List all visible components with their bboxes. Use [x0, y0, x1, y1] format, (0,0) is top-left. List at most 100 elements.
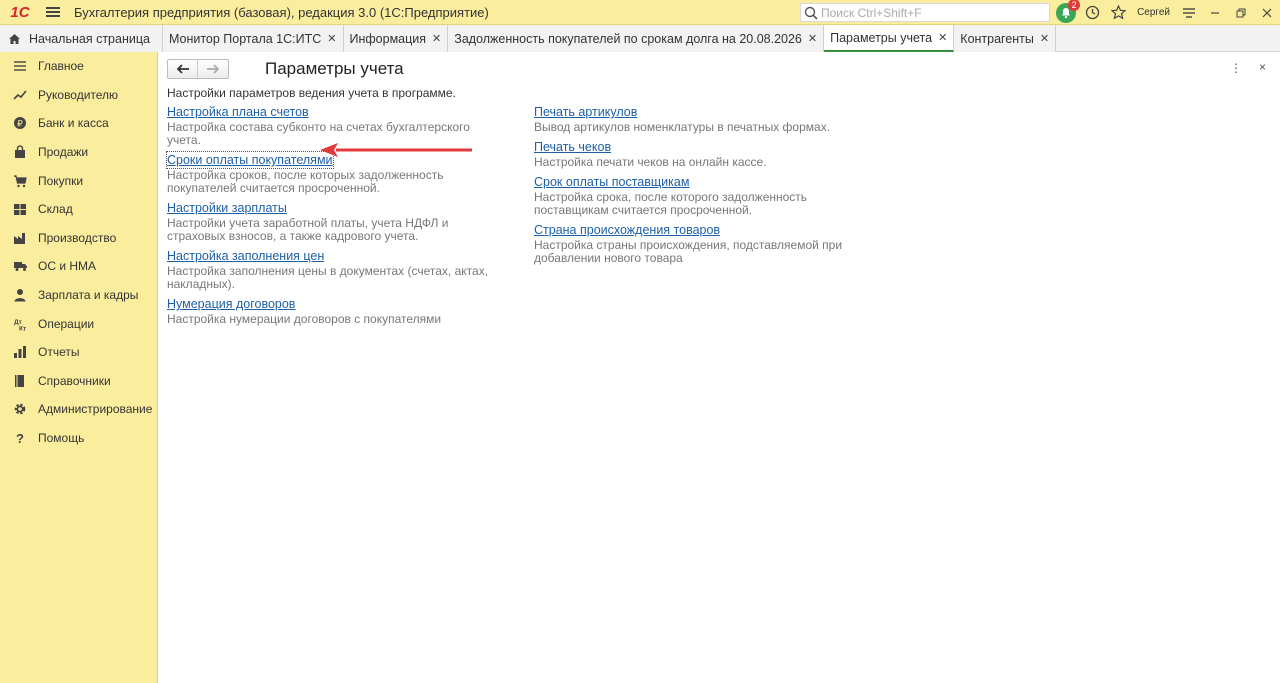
- notifications-badge: 2: [1068, 0, 1081, 11]
- close-tab-icon[interactable]: ✕: [1040, 32, 1049, 45]
- tab-bar: Начальная страница Монитор Портала 1С:ИТ…: [0, 25, 1280, 52]
- back-button[interactable]: [168, 60, 198, 78]
- sidebar-item-label: Склад: [38, 202, 73, 217]
- sidebar-item-label: Помощь: [38, 431, 85, 446]
- sidebar-item-label: Покупки: [38, 173, 84, 188]
- sidebar-item-label: Руководителю: [38, 87, 119, 102]
- history-button[interactable]: [1079, 0, 1105, 25]
- sidebar-item-label: Отчеты: [38, 345, 80, 360]
- settings-column-right: Печать артикулов Вывод артикулов номенкл…: [534, 104, 874, 270]
- app-logo[interactable]: 1С: [0, 0, 40, 25]
- cart-icon: [12, 173, 28, 189]
- main-form: Параметры учета ⋮ × Настройки параметров…: [158, 52, 1280, 683]
- more-actions-icon[interactable]: ⋮: [1230, 61, 1242, 75]
- close-form-button[interactable]: ×: [1259, 60, 1266, 74]
- sidebar-item-purchases[interactable]: Покупки: [0, 166, 157, 195]
- sidebar-item-fixed-assets[interactable]: ОС и НМА: [0, 252, 157, 281]
- link-chart-of-accounts[interactable]: Настройка плана счетов: [167, 104, 309, 120]
- link-customer-payment-terms[interactable]: Сроки оплаты покупателями: [166, 151, 334, 169]
- minimize-button[interactable]: [1202, 0, 1228, 25]
- user-name[interactable]: Сергей: [1131, 7, 1176, 18]
- sections-sidebar: Главное Руководителю ₽ Банк и касса Прод…: [0, 52, 158, 683]
- tab-counterparties[interactable]: Контрагенты ✕: [954, 25, 1057, 52]
- title-toolbar: 2 Сергей: [1053, 0, 1280, 25]
- annotation-arrow-icon: [320, 143, 472, 157]
- arrow-left-icon: [176, 64, 189, 74]
- close-tab-icon[interactable]: ✕: [938, 31, 947, 44]
- sidebar-item-administration[interactable]: Администрирование: [0, 395, 157, 424]
- minimize-icon: [1211, 11, 1219, 14]
- history-icon: [1085, 5, 1099, 20]
- gear-icon: [12, 401, 28, 417]
- restore-icon: [1236, 8, 1246, 17]
- sidebar-item-label: Главное: [38, 59, 84, 74]
- tab-label: Монитор Портала 1С:ИТС: [168, 31, 322, 46]
- tab-debt-report[interactable]: Задолженность покупателей по срокам долг…: [448, 25, 825, 52]
- bag-icon: [12, 144, 28, 160]
- sidebar-item-catalogs[interactable]: Справочники: [0, 367, 157, 396]
- settings-item: Печать чеков Настройка печати чеков на о…: [534, 139, 874, 169]
- restore-button[interactable]: [1228, 0, 1254, 25]
- sidebar-item-sales[interactable]: Продажи: [0, 138, 157, 167]
- sidebar-item-main[interactable]: Главное: [0, 52, 157, 81]
- settings-item-description: Настройка печати чеков на онлайн кассе.: [534, 155, 767, 169]
- factory-icon: [12, 230, 28, 246]
- global-search[interactable]: [800, 3, 1050, 22]
- settings-item-description: Настройка сроков, после которых задолжен…: [167, 168, 444, 195]
- book-icon: [12, 373, 28, 389]
- close-tab-icon[interactable]: ✕: [432, 32, 441, 45]
- link-print-receipts[interactable]: Печать чеков: [534, 139, 611, 155]
- svg-text:Кт: Кт: [19, 325, 26, 331]
- star-icon: [1110, 5, 1126, 20]
- link-supplier-payment-term[interactable]: Срок оплаты поставщикам: [534, 174, 689, 190]
- settings-column-left: Настройка плана счетов Настройка состава…: [166, 104, 507, 331]
- tab-label: Информация: [349, 31, 427, 46]
- sidebar-item-help[interactable]: ? Помощь: [0, 424, 157, 453]
- title-bar: 1С Бухгалтерия предприятия (базовая), ре…: [0, 0, 1280, 25]
- history-nav: [167, 59, 229, 79]
- link-contract-numbering[interactable]: Нумерация договоров: [167, 296, 295, 312]
- tab-its-monitor[interactable]: Монитор Портала 1С:ИТС ✕: [162, 25, 344, 52]
- sidebar-item-operations[interactable]: Дт Кт Операции: [0, 309, 157, 338]
- tab-label: Параметры учета: [830, 30, 933, 45]
- forward-button[interactable]: [198, 60, 228, 78]
- home-icon: [9, 33, 20, 44]
- close-tab-icon[interactable]: ✕: [808, 32, 817, 45]
- hamburger-icon: [46, 11, 60, 13]
- coin-icon: ₽: [12, 115, 28, 131]
- sidebar-item-salary[interactable]: Зарплата и кадры: [0, 281, 157, 310]
- link-price-filling[interactable]: Настройка заполнения цен: [167, 248, 324, 264]
- link-print-articles[interactable]: Печать артикулов: [534, 104, 637, 120]
- tab-information[interactable]: Информация ✕: [343, 25, 449, 52]
- link-country-of-origin[interactable]: Страна происхождения товаров: [534, 222, 720, 238]
- tab-accounting-params[interactable]: Параметры учета ✕: [824, 25, 955, 52]
- tab-label: Начальная страница: [29, 31, 150, 46]
- settings-item: Срок оплаты поставщикам Настройка срока,…: [534, 174, 874, 217]
- sidebar-item-warehouse[interactable]: Склад: [0, 195, 157, 224]
- sidebar-item-manager[interactable]: Руководителю: [0, 81, 157, 110]
- sidebar-item-label: Зарплата и кадры: [38, 288, 139, 303]
- close-tab-icon[interactable]: ✕: [327, 32, 336, 45]
- sidebar-item-bank[interactable]: ₽ Банк и касса: [0, 109, 157, 138]
- favorites-button[interactable]: [1105, 0, 1131, 25]
- search-icon: [804, 6, 818, 20]
- sidebar-item-reports[interactable]: Отчеты: [0, 338, 157, 367]
- settings-item: Нумерация договоров Настройка нумерации …: [167, 296, 507, 326]
- sidebar-item-label: Производство: [38, 230, 117, 245]
- form-description: Настройки параметров ведения учета в про…: [167, 86, 456, 100]
- arrow-right-icon: [207, 64, 220, 74]
- search-input[interactable]: [821, 5, 1041, 20]
- close-window-button[interactable]: [1254, 0, 1280, 25]
- page-title: Параметры учета: [265, 59, 404, 78]
- settings-menu-button[interactable]: [1176, 0, 1202, 25]
- settings-item: Печать артикулов Вывод артикулов номенкл…: [534, 104, 874, 134]
- trend-icon: [12, 87, 28, 103]
- tab-home[interactable]: Начальная страница: [0, 25, 163, 52]
- settings-item-description: Настройка страны происхождения, подставл…: [534, 238, 843, 265]
- truck-icon: [12, 258, 28, 274]
- sidebar-item-production[interactable]: Производство: [0, 224, 157, 253]
- notifications-button[interactable]: 2: [1053, 0, 1081, 25]
- main-menu-button[interactable]: [40, 0, 66, 25]
- bell-icon: 2: [1056, 0, 1081, 23]
- link-salary-settings[interactable]: Настройки зарплаты: [167, 200, 287, 216]
